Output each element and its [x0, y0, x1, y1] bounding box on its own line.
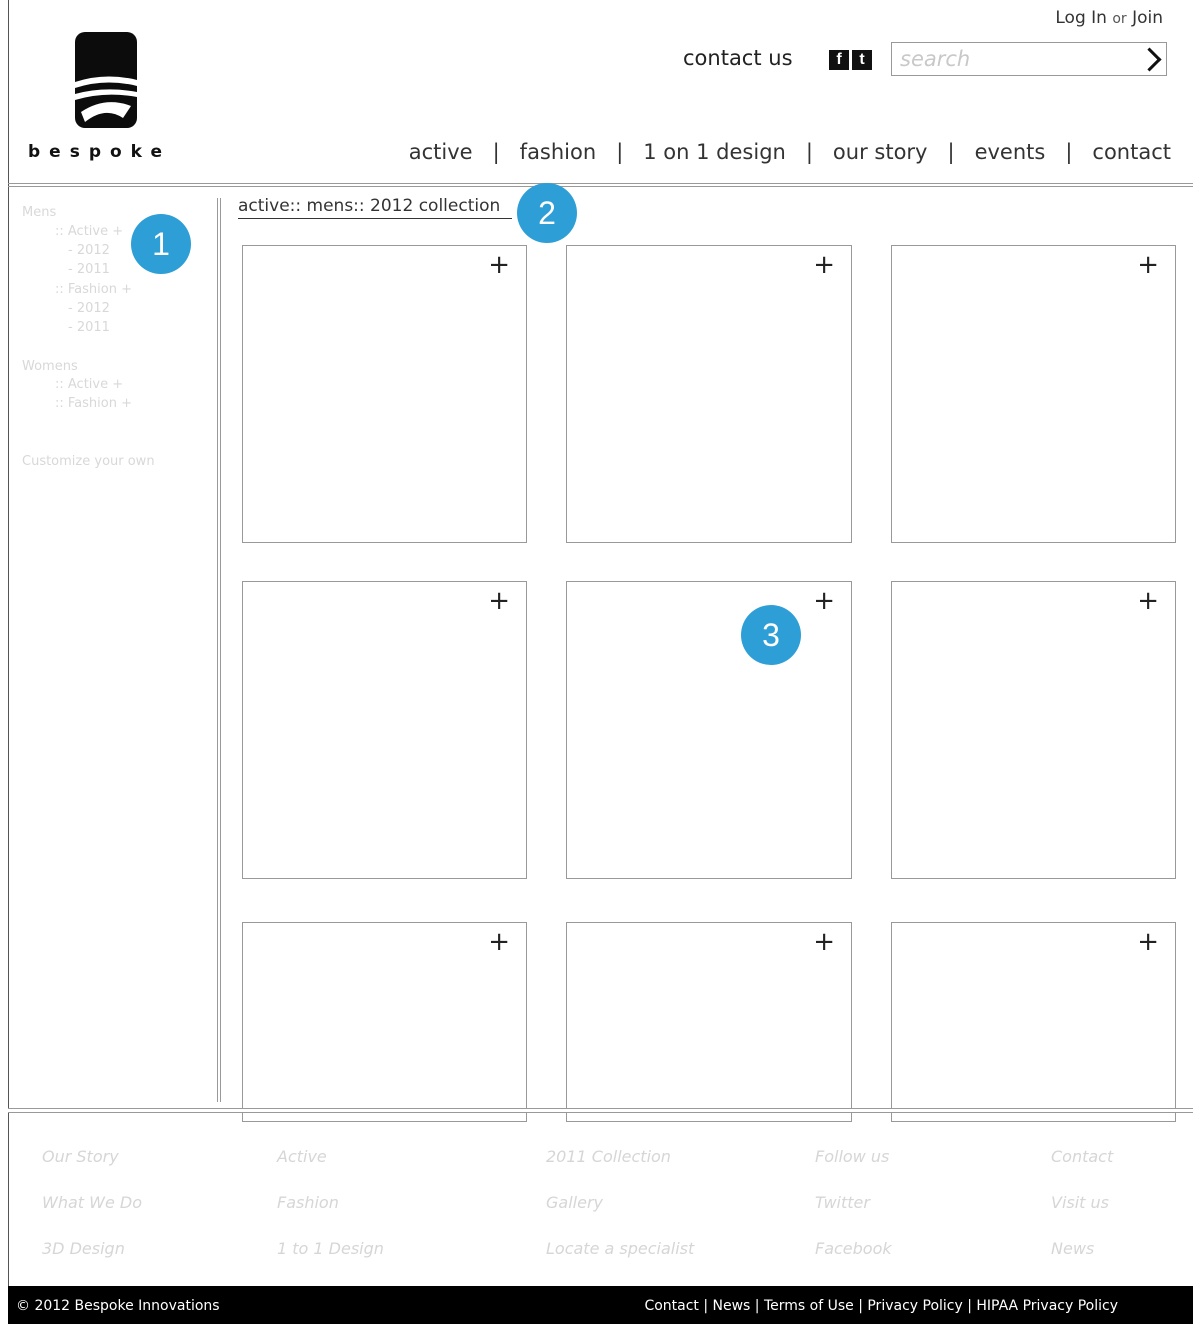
sidebar-mens-fashion-2011[interactable]: - 2011 — [68, 320, 110, 335]
sidebar-womens-active[interactable]: :: Active + — [55, 377, 123, 392]
footer-1to1-design[interactable]: 1 to 1 Design — [277, 1239, 384, 1258]
sidebar-divider — [217, 198, 221, 1102]
product-tile[interactable]: + — [242, 245, 527, 543]
plus-icon[interactable]: + — [488, 929, 510, 955]
sidebar-mens-fashion[interactable]: :: Fashion + — [55, 282, 132, 297]
bottom-bar: © 2012 Bespoke Innovations Contact | New… — [8, 1286, 1193, 1324]
annotation-badge-2: 2 — [517, 183, 577, 243]
twitter-icon[interactable]: t — [852, 50, 872, 70]
nav-1on1-design[interactable]: 1 on 1 design — [643, 140, 786, 164]
nav-separator: | — [1065, 140, 1073, 164]
login-link[interactable]: Log In — [1055, 8, 1107, 28]
nav-fashion[interactable]: fashion — [520, 140, 597, 164]
plus-icon[interactable]: + — [1137, 588, 1159, 614]
product-tile[interactable]: + — [891, 922, 1176, 1122]
legal-links[interactable]: Contact | News | Terms of Use | Privacy … — [644, 1298, 1118, 1314]
plus-icon[interactable]: + — [1137, 929, 1159, 955]
product-tile[interactable]: + — [891, 245, 1176, 543]
footer-news[interactable]: News — [1051, 1239, 1094, 1258]
nav-separator: | — [616, 140, 624, 164]
footer-follow-us[interactable]: Follow us — [815, 1147, 889, 1166]
sidebar-mens-active-2011[interactable]: - 2011 — [68, 262, 110, 277]
footer-2011-collection[interactable]: 2011 Collection — [546, 1147, 671, 1166]
nav-events[interactable]: events — [975, 140, 1046, 164]
breadcrumb[interactable]: active:: mens:: 2012 collection — [238, 196, 513, 219]
footer-contact[interactable]: Contact — [1051, 1147, 1113, 1166]
plus-icon[interactable]: + — [1137, 252, 1159, 278]
plus-icon[interactable]: + — [488, 588, 510, 614]
product-tile[interactable]: + — [566, 922, 852, 1122]
social-links: f t — [829, 50, 872, 70]
footer-twitter[interactable]: Twitter — [815, 1193, 870, 1212]
sidebar-mens-active[interactable]: :: Active + — [55, 224, 123, 239]
footer-gallery[interactable]: Gallery — [546, 1193, 603, 1212]
sidebar-womens[interactable]: Womens — [22, 359, 78, 374]
join-link[interactable]: Join — [1132, 8, 1163, 28]
annotation-badge-1: 1 — [131, 214, 191, 274]
footer-locate-specialist[interactable]: Locate a specialist — [546, 1239, 694, 1258]
plus-icon[interactable]: + — [813, 588, 835, 614]
product-tile[interactable]: + — [566, 245, 852, 543]
sidebar-mens-active-2012[interactable]: - 2012 — [68, 243, 110, 258]
plus-icon[interactable]: + — [488, 252, 510, 278]
sidebar-womens-fashion[interactable]: :: Fashion + — [55, 396, 132, 411]
brand-wordmark: bespoke — [28, 142, 172, 162]
chevron-right-icon[interactable] — [1137, 46, 1162, 72]
header-divider — [8, 183, 1193, 187]
annotation-badge-3: 3 — [741, 605, 801, 665]
nav-contact[interactable]: contact — [1092, 140, 1171, 164]
or-text: or — [1112, 11, 1127, 27]
nav-separator: | — [947, 140, 955, 164]
product-tile[interactable]: + — [891, 581, 1176, 879]
nav-our-story[interactable]: our story — [833, 140, 928, 164]
sidebar-mens[interactable]: Mens — [22, 205, 56, 220]
copyright: © 2012 Bespoke Innovations — [16, 1298, 220, 1314]
sidebar-customize[interactable]: Customize your own — [22, 454, 155, 469]
plus-icon[interactable]: + — [813, 252, 835, 278]
footer-divider — [8, 1108, 1193, 1113]
nav-separator: | — [492, 140, 500, 164]
facebook-icon[interactable]: f — [829, 50, 849, 70]
bespoke-logo-icon[interactable] — [75, 32, 137, 128]
nav-separator: | — [805, 140, 813, 164]
nav-active[interactable]: active — [409, 140, 473, 164]
sidebar-mens-fashion-2012[interactable]: - 2012 — [68, 301, 110, 316]
product-tile[interactable]: + — [242, 922, 527, 1122]
main-nav: active | fashion | 1 on 1 design | our s… — [409, 140, 1171, 164]
footer-active[interactable]: Active — [277, 1147, 327, 1166]
contact-us-link[interactable]: contact us — [683, 46, 793, 70]
product-tile[interactable]: + — [242, 581, 527, 879]
footer-what-we-do[interactable]: What We Do — [42, 1193, 142, 1212]
login-join: Log In or Join — [1055, 8, 1163, 28]
search-input[interactable] — [898, 43, 1138, 75]
footer-visit-us[interactable]: Visit us — [1051, 1193, 1109, 1212]
footer-3d-design[interactable]: 3D Design — [42, 1239, 125, 1258]
footer-fashion[interactable]: Fashion — [277, 1193, 339, 1212]
footer-our-story[interactable]: Our Story — [42, 1147, 119, 1166]
search-box — [891, 42, 1167, 76]
product-tile[interactable]: + — [566, 581, 852, 879]
plus-icon[interactable]: + — [813, 929, 835, 955]
footer-facebook[interactable]: Facebook — [815, 1239, 892, 1258]
